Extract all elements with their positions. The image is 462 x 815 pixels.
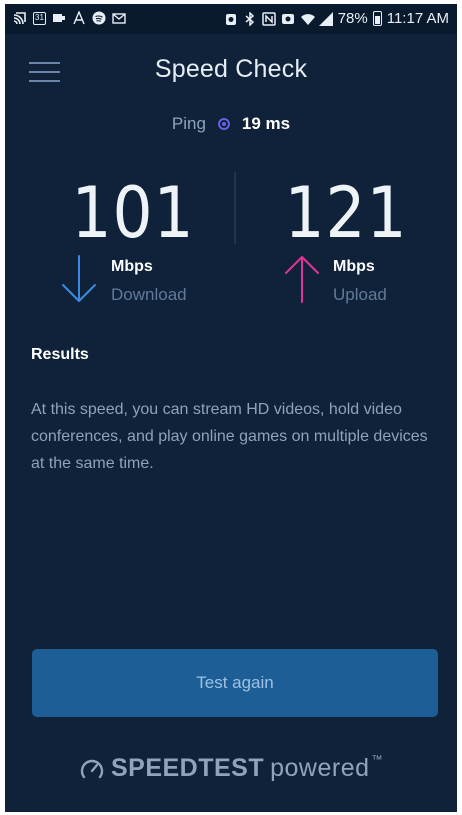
- speedometer-icon: [80, 759, 104, 778]
- battery-percent: 78%: [337, 10, 368, 27]
- upload-label: Upload: [333, 285, 387, 304]
- ping-indicator-icon: [217, 118, 230, 130]
- nfc-icon: [261, 11, 276, 26]
- page-title: Speed Check: [154, 55, 308, 83]
- download-label: Download: [111, 285, 187, 304]
- download-unit: Mbps: [111, 258, 153, 275]
- speed-divider: [234, 172, 236, 244]
- ping-row: Ping 19 ms: [5, 114, 457, 134]
- status-bar: 31 78% 11:17 AM: [5, 4, 457, 34]
- upload-speed-value: 121: [284, 172, 408, 254]
- test-again-button[interactable]: Test again: [32, 649, 438, 717]
- wifi-icon: [300, 12, 315, 26]
- sync-icon: [281, 12, 295, 26]
- powered-text: powered: [270, 754, 370, 782]
- alarm-icon: [224, 12, 238, 26]
- upload-arrow-icon: [285, 256, 319, 303]
- app-screen: 31 78% 11:17 AM Speed Check Ping 19 ms 1…: [5, 4, 457, 812]
- signal-icon: [318, 11, 333, 26]
- trademark-mark: ™: [371, 754, 384, 766]
- mail-icon: [112, 11, 126, 25]
- system-icons: 78% 11:17 AM: [224, 10, 449, 27]
- font-icon: [72, 10, 86, 25]
- message-icon: [52, 11, 66, 25]
- results-heading: Results: [31, 346, 89, 363]
- download-arrow-icon: [62, 255, 96, 302]
- battery-icon: [372, 11, 382, 26]
- results-description: At this speed, you can stream HD videos,…: [31, 401, 428, 472]
- speedtest-powered-logo: SPEEDTEST powered ™: [5, 754, 457, 783]
- calendar-icon: 31: [33, 11, 46, 25]
- notification-icons: 31: [13, 10, 126, 25]
- spotify-icon: [92, 11, 106, 25]
- ping-value: 19 ms: [241, 114, 291, 133]
- ping-label: Ping: [171, 114, 206, 133]
- speedtest-brand: SPEEDTEST: [110, 754, 265, 782]
- clock: 11:17 AM: [386, 10, 449, 27]
- cast-icon: [13, 11, 27, 25]
- download-speed-value: 101: [71, 172, 195, 254]
- upload-unit: Mbps: [333, 258, 375, 275]
- bluetooth-icon: [243, 10, 257, 27]
